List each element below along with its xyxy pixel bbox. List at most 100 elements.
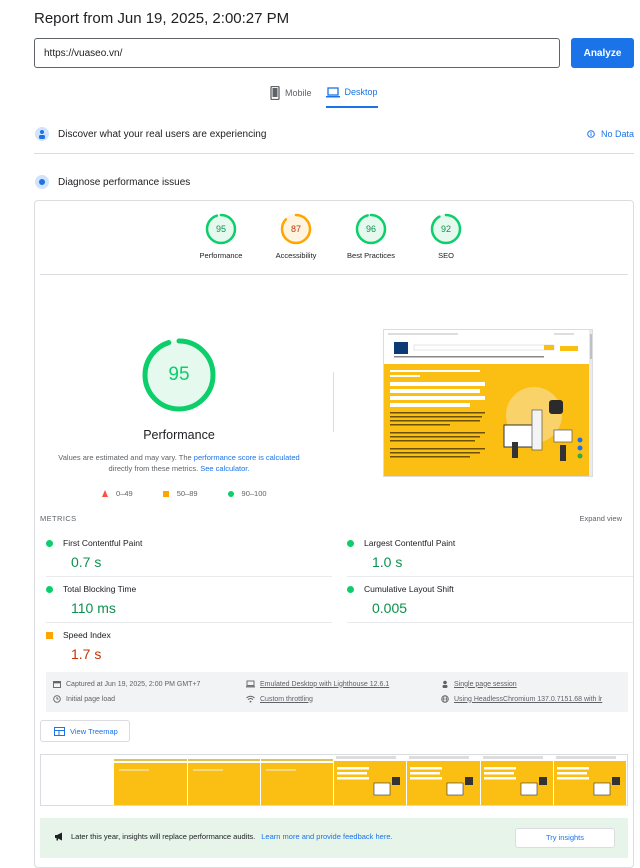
- globe-icon: [441, 695, 449, 703]
- divider: [40, 274, 628, 275]
- vertical-divider: [333, 372, 334, 432]
- page-screenshot[interactable]: [383, 329, 593, 477]
- runtime-settings: Captured at Jun 19, 2025, 2:00 PM GMT+7 …: [46, 672, 628, 712]
- session-type[interactable]: Single page session: [441, 680, 517, 688]
- score-performance-label: Performance: [199, 251, 243, 260]
- diagnose-label: Diagnose performance issues: [58, 176, 191, 188]
- note-prefix: Values are estimated and may vary. The: [58, 453, 192, 462]
- browser-version[interactable]: Using HeadlessChromium 137.0.7151.68 wit…: [441, 695, 602, 703]
- tab-mobile-label: Mobile: [285, 88, 312, 98]
- wifi-icon: [246, 695, 255, 703]
- metric-fcp-value: 0.7 s: [71, 554, 102, 570]
- score-accessibility[interactable]: 87 Accessibility: [266, 212, 326, 260]
- score-seo[interactable]: 92 SEO: [416, 212, 476, 260]
- real-users-label: Discover what your real users are experi…: [58, 128, 267, 140]
- no-data-indicator: No Data: [587, 129, 634, 139]
- calendar-icon: [53, 681, 61, 688]
- tab-desktop[interactable]: Desktop: [325, 86, 378, 108]
- metric-fcp-name: First Contentful Paint: [63, 538, 143, 548]
- note-middle: directly from these metrics.: [108, 464, 199, 473]
- laptop-icon: [246, 680, 255, 688]
- filmstrip-frame: [553, 755, 627, 805]
- site-preview-image: [384, 330, 592, 476]
- score-best-practices[interactable]: 96 Best Practices: [341, 212, 401, 260]
- tab-mobile[interactable]: Mobile: [270, 86, 312, 108]
- filmstrip-frame: [41, 755, 115, 805]
- laptop-icon: [325, 86, 340, 97]
- banner-text: Later this year, insights will replace p…: [71, 832, 256, 841]
- poor-triangle-icon: [102, 490, 108, 497]
- diagnose-icon: [34, 174, 50, 190]
- banner-feedback-link[interactable]: Learn more and provide feedback here.: [261, 832, 392, 841]
- performance-note: Values are estimated and may vary. The p…: [58, 452, 300, 474]
- browser-version-text: Using HeadlessChromium 137.0.7151.68 wit…: [454, 695, 603, 703]
- page-load-type-text: Initial page load: [66, 695, 116, 703]
- metric-cls: Cumulative Layout Shift 0.005: [347, 584, 633, 623]
- metric-si-value: 1.7 s: [71, 646, 102, 662]
- throttling[interactable]: Custom throttling: [246, 695, 313, 703]
- metric-cls-name: Cumulative Layout Shift: [364, 584, 454, 594]
- captured-at-text: Captured at Jun 19, 2025, 2:00 PM GMT+7: [66, 680, 201, 688]
- performance-score: 95: [168, 364, 190, 385]
- divider: [34, 153, 634, 154]
- frame-thumbnail: [480, 755, 553, 805]
- filmstrip-frame: [187, 755, 261, 805]
- score-seo-value: 92: [440, 224, 451, 234]
- phone-icon: [270, 86, 280, 100]
- insights-banner: Later this year, insights will replace p…: [40, 818, 628, 858]
- emulated-device-text: Emulated Desktop with Lighthouse 12.6.1: [260, 680, 390, 688]
- score-calculated-link[interactable]: performance score is calculated: [194, 453, 300, 462]
- legend-poor: 0–49: [116, 489, 133, 498]
- filmstrip-frame: [407, 755, 481, 805]
- view-treemap-button[interactable]: View Treemap: [40, 720, 130, 742]
- score-legend: 0–49 50–89 90–100: [102, 489, 267, 498]
- metric-fcp: First Contentful Paint 0.7 s: [46, 538, 332, 577]
- metric-lcp-value: 1.0 s: [372, 554, 403, 570]
- frame-thumbnail: [114, 755, 187, 805]
- tab-desktop-label: Desktop: [344, 87, 378, 97]
- metrics-heading: METRICS: [40, 514, 77, 523]
- real-users-section[interactable]: Discover what your real users are experi…: [34, 126, 634, 142]
- megaphone-icon: [55, 832, 62, 841]
- person-icon: [442, 680, 448, 688]
- metric-lcp: Largest Contentful Paint 1.0 s: [347, 538, 633, 577]
- good-circle-icon: [46, 539, 53, 547]
- divider: [46, 576, 332, 577]
- score-seo-label: SEO: [438, 251, 454, 260]
- frame-thumbnail: [334, 755, 407, 805]
- legend-good: 90–100: [241, 489, 267, 498]
- score-performance[interactable]: 95 Performance: [191, 212, 251, 260]
- metric-tbt-name: Total Blocking Time: [63, 584, 137, 594]
- page-load-type: Initial page load: [53, 695, 115, 703]
- score-best-practices-label: Best Practices: [347, 251, 395, 260]
- session-type-text: Single page session: [454, 680, 517, 688]
- metric-lcp-name: Largest Contentful Paint: [364, 538, 456, 548]
- good-circle-icon: [347, 585, 354, 593]
- expand-view-toggle[interactable]: Expand view: [579, 514, 622, 523]
- analyze-button[interactable]: Analyze: [571, 38, 634, 68]
- emulated-device[interactable]: Emulated Desktop with Lighthouse 12.6.1: [246, 680, 389, 688]
- filmstrip-frame: [480, 755, 554, 805]
- info-icon: [587, 130, 595, 138]
- treemap-icon: [54, 726, 65, 736]
- url-input[interactable]: [34, 38, 560, 68]
- frame-thumbnail: [187, 755, 260, 805]
- frame-thumbnail: [260, 755, 333, 805]
- filmstrip-frame: [114, 755, 188, 805]
- score-performance-value: 95: [215, 224, 226, 234]
- report-title: Report from Jun 19, 2025, 2:00:27 PM: [34, 10, 290, 27]
- divider: [347, 622, 633, 623]
- see-calculator-link[interactable]: See calculator.: [200, 464, 249, 473]
- score-accessibility-value: 87: [290, 224, 301, 234]
- users-icon: [34, 126, 50, 142]
- view-treemap-label: View Treemap: [70, 726, 118, 736]
- metric-si: Speed Index 1.7 s: [46, 630, 332, 662]
- metric-cls-value: 0.005: [372, 600, 408, 616]
- average-square-icon: [46, 631, 53, 639]
- device-tabs: Mobile Desktop: [270, 86, 378, 108]
- score-best-practices-value: 96: [365, 224, 376, 234]
- diagnose-section[interactable]: Diagnose performance issues: [34, 174, 634, 190]
- try-insights-button[interactable]: Try insights: [515, 828, 615, 848]
- good-circle-icon: [227, 490, 234, 497]
- frame-thumbnail: [407, 755, 480, 805]
